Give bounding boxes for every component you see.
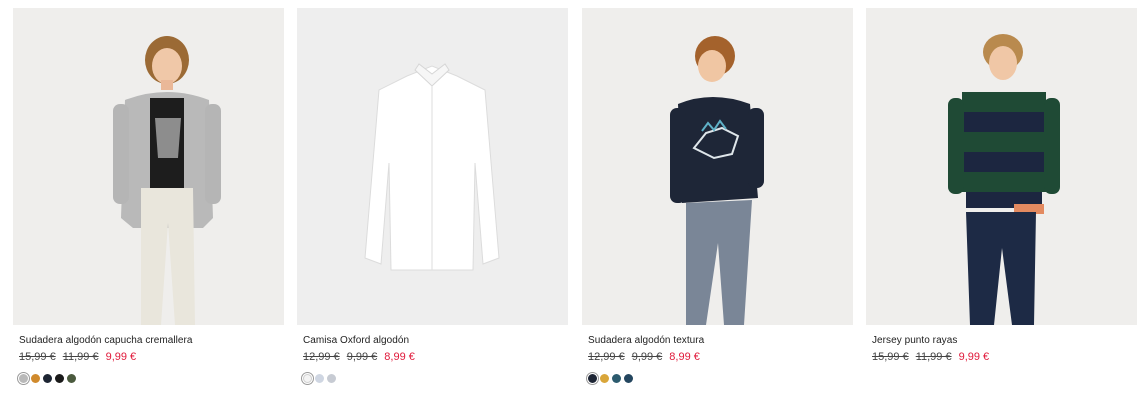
previous-price: 9,99 € <box>631 351 663 363</box>
previous-price: 11,99 € <box>62 351 99 363</box>
color-swatch[interactable] <box>315 374 324 383</box>
price-group: 12,99 € 9,99 € 8,99 € <box>588 351 707 363</box>
original-price: 15,99 € <box>872 351 909 363</box>
color-swatch[interactable] <box>31 374 40 383</box>
color-swatch[interactable] <box>55 374 64 383</box>
product-title[interactable]: Sudadera algodón textura <box>588 335 704 346</box>
product-title[interactable]: Camisa Oxford algodón <box>303 335 409 346</box>
product-card[interactable]: Sudadera algodón capucha cremallera 15,9… <box>13 8 284 383</box>
color-swatch[interactable] <box>43 374 52 383</box>
original-price: 12,99 € <box>303 351 340 363</box>
product-image[interactable] <box>866 8 1137 325</box>
product-image[interactable] <box>582 8 853 325</box>
color-swatch[interactable] <box>303 374 312 383</box>
color-swatch[interactable] <box>612 374 621 383</box>
color-swatch[interactable] <box>19 374 28 383</box>
color-swatch[interactable] <box>588 374 597 383</box>
color-swatch[interactable] <box>327 374 336 383</box>
previous-price: 9,99 € <box>346 351 378 363</box>
color-swatches <box>588 374 633 383</box>
price-group: 12,99 € 9,99 € 8,99 € <box>303 351 422 363</box>
sale-price: 9,99 € <box>958 351 990 363</box>
color-swatches <box>19 374 76 383</box>
price-group: 15,99 € 11,99 € 9,99 € <box>19 351 143 363</box>
product-card[interactable]: Camisa Oxford algodón 12,99 € 9,99 € 8,99 … <box>297 8 568 383</box>
sale-price: 8,99 € <box>669 351 700 363</box>
product-title[interactable]: Jersey punto rayas <box>872 335 957 346</box>
product-card[interactable]: Sudadera algodón textura 12,99 € 9,99 € 8,… <box>582 8 853 383</box>
price-group: 15,99 € 11,99 € 9,99 € <box>872 351 996 363</box>
color-swatches <box>303 374 336 383</box>
original-price: 15,99 € <box>19 351 56 363</box>
sale-price: 8,99 € <box>384 351 415 363</box>
product-image[interactable] <box>297 8 568 325</box>
color-swatch[interactable] <box>67 374 76 383</box>
product-title[interactable]: Sudadera algodón capucha cremallera <box>19 335 193 346</box>
previous-price: 11,99 € <box>915 351 952 363</box>
color-swatch[interactable] <box>600 374 609 383</box>
sale-price: 9,99 € <box>105 351 137 363</box>
color-swatch[interactable] <box>624 374 633 383</box>
product-image[interactable] <box>13 8 284 325</box>
original-price: 12,99 € <box>588 351 625 363</box>
product-card[interactable]: Jersey punto rayas 15,99 € 11,99 € 9,99 € <box>866 8 1137 363</box>
